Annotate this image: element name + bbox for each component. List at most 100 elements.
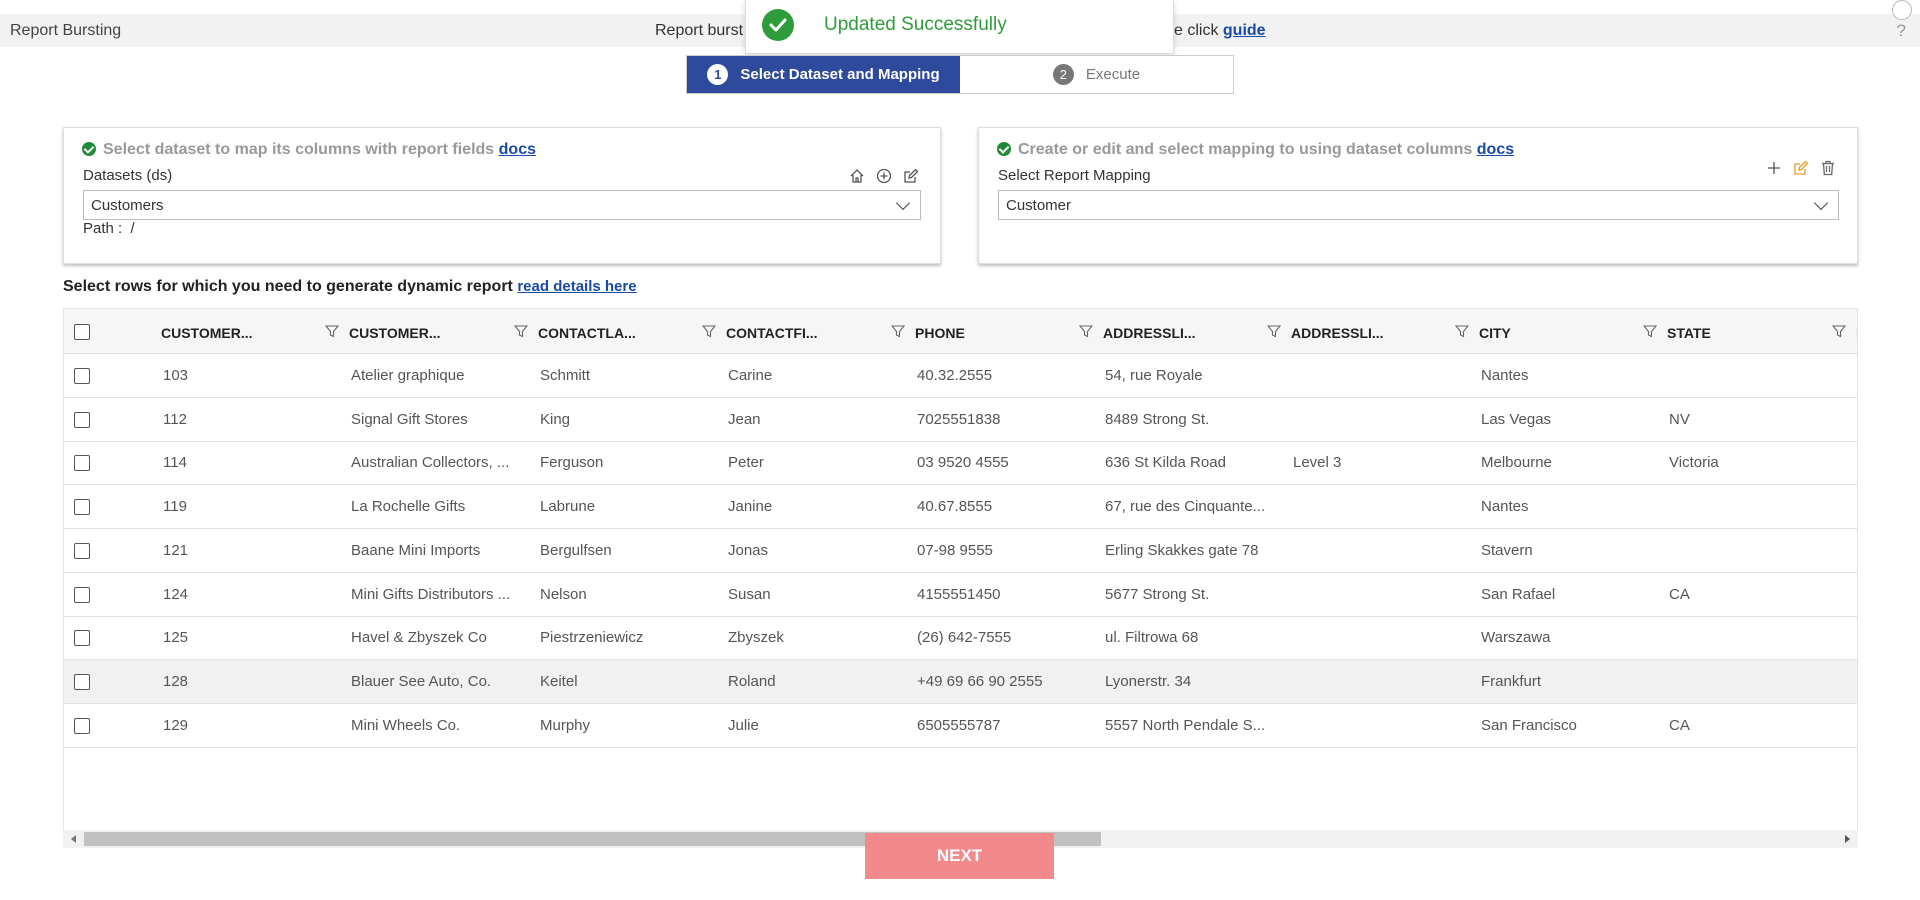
cell-col-contact-last: Bergulfsen bbox=[540, 541, 612, 559]
row-checkbox[interactable] bbox=[74, 455, 90, 472]
plus-icon[interactable] bbox=[1765, 159, 1783, 177]
cell-col-address-1: Erling Skakkes gate 78 bbox=[1105, 541, 1259, 559]
cell-col-phone: (26) 642-7555 bbox=[917, 629, 1012, 647]
row-checkbox[interactable] bbox=[74, 411, 90, 428]
check-icon bbox=[82, 142, 96, 156]
header-hint-prefix: Report burst bbox=[655, 22, 744, 39]
filter-icon[interactable] bbox=[1454, 324, 1470, 338]
filter-icon[interactable] bbox=[324, 324, 340, 338]
header-col-customer-number[interactable]: CUSTOMER... bbox=[161, 309, 340, 354]
header-label: CITY bbox=[1479, 325, 1511, 341]
header-col-city[interactable]: CITY bbox=[1479, 309, 1658, 354]
grid-header: CUSTOMER... CUSTOMER... CONTACTLA... CONTAC… bbox=[64, 309, 1857, 354]
table-row[interactable]: 121 Baane Mini Imports Bergulfsen Jonas 07-9… bbox=[64, 529, 1857, 573]
header-col-postal[interactable]: P bbox=[1856, 309, 1857, 354]
table-row[interactable]: 124 Mini Gifts Distributors ... Nelson Susa… bbox=[64, 573, 1857, 617]
step-execute[interactable]: 2 Execute bbox=[960, 56, 1233, 93]
dataset-panel: Select dataset to map its columns with r… bbox=[63, 127, 941, 264]
cell-col-contact-first: Peter bbox=[728, 454, 764, 472]
chevron-down-icon bbox=[895, 195, 911, 211]
cell-col-customer-name: Australian Collectors, ... bbox=[351, 454, 510, 472]
filter-icon[interactable] bbox=[890, 324, 906, 338]
header-col-address-1[interactable]: ADDRESSLI... bbox=[1103, 309, 1282, 354]
mapping-select-value: Customer bbox=[1006, 197, 1072, 214]
row-checkbox[interactable] bbox=[74, 630, 90, 647]
header-label: CUSTOMER... bbox=[161, 325, 253, 341]
row-checkbox[interactable] bbox=[74, 673, 90, 690]
row-checkbox[interactable] bbox=[74, 542, 90, 559]
check-circle-icon bbox=[762, 9, 794, 41]
page-title: Report Bursting bbox=[10, 22, 122, 39]
cell-col-customer-number: 119 bbox=[163, 498, 187, 516]
scroll-right-icon[interactable] bbox=[1845, 835, 1850, 843]
filter-icon[interactable] bbox=[513, 324, 529, 338]
cell-col-contact-first: Susan bbox=[728, 585, 771, 603]
step-select-dataset[interactable]: 1 Select Dataset and Mapping bbox=[687, 56, 960, 93]
data-grid: CUSTOMER... CUSTOMER... CONTACTLA... CONTAC… bbox=[63, 308, 1858, 848]
cell-col-phone: 40.67.8555 bbox=[917, 498, 993, 516]
scroll-left-icon[interactable] bbox=[71, 835, 76, 843]
success-toast: Updated Successfully bbox=[745, 0, 1174, 54]
table-row[interactable]: 114 Australian Collectors, ... Ferguson Pet… bbox=[64, 441, 1857, 486]
table-row[interactable]: 112 Signal Gift Stores King Jean 7025551838 8… bbox=[64, 398, 1857, 442]
circle-icon[interactable] bbox=[1892, 0, 1912, 20]
edit-icon[interactable] bbox=[1792, 159, 1810, 177]
cell-col-contact-first: Julie bbox=[728, 716, 759, 734]
cell-col-customer-number: 129 bbox=[163, 716, 189, 734]
filter-icon[interactable] bbox=[1266, 324, 1282, 338]
row-checkbox[interactable] bbox=[74, 717, 90, 734]
header-label: STATE bbox=[1667, 325, 1711, 341]
guide-link[interactable]: guide bbox=[1223, 22, 1266, 39]
cell-col-city: San Rafael bbox=[1481, 585, 1556, 603]
cell-col-contact-last: Ferguson bbox=[540, 454, 604, 472]
dataset-select[interactable]: Customers bbox=[83, 190, 921, 220]
header-col-contact-last[interactable]: CONTACTLA... bbox=[538, 309, 717, 354]
table-row[interactable]: 125 Havel & Zbyszek Co Piestrzeniewicz Zbys… bbox=[64, 616, 1857, 661]
read-details-link[interactable]: read details here bbox=[517, 278, 636, 295]
header-col-customer-name[interactable]: CUSTOMER... bbox=[349, 309, 529, 354]
cell-col-address-1: 54, rue Royale bbox=[1105, 367, 1203, 384]
row-checkbox[interactable] bbox=[74, 368, 90, 384]
cell-col-customer-number: 124 bbox=[163, 585, 189, 603]
cell-col-address-1: 67, rue des Cinquante... bbox=[1105, 498, 1266, 516]
cell-col-phone: 4155551450 bbox=[917, 585, 1001, 603]
header-col-state[interactable]: STATE bbox=[1667, 309, 1847, 354]
filter-icon[interactable] bbox=[1831, 324, 1847, 338]
header-col-phone[interactable]: PHONE bbox=[915, 309, 1094, 354]
cell-col-city: Nantes bbox=[1481, 367, 1529, 384]
next-button[interactable]: NEXT bbox=[865, 833, 1054, 879]
add-circle-icon[interactable] bbox=[875, 167, 893, 185]
mapping-docs-link[interactable]: docs bbox=[1477, 141, 1514, 158]
filter-icon[interactable] bbox=[1078, 324, 1094, 338]
row-checkbox[interactable] bbox=[74, 499, 90, 516]
cell-col-phone: 7025551838 bbox=[917, 410, 1001, 428]
filter-icon[interactable] bbox=[701, 324, 717, 338]
dataset-panel-title: Select dataset to map its columns with r… bbox=[82, 141, 536, 159]
table-row[interactable]: 128 Blauer See Auto, Co. Keitel Roland +49 6… bbox=[64, 659, 1857, 704]
dataset-docs-link[interactable]: docs bbox=[499, 141, 536, 158]
cell-col-customer-name: Blauer See Auto, Co. bbox=[351, 672, 492, 690]
help-icon[interactable]: ? bbox=[1897, 21, 1906, 41]
trash-icon[interactable] bbox=[1819, 159, 1837, 177]
cell-col-customer-name: Mini Wheels Co. bbox=[351, 716, 461, 734]
edit-icon[interactable] bbox=[902, 167, 920, 185]
home-icon[interactable] bbox=[848, 167, 866, 185]
row-checkbox[interactable] bbox=[74, 586, 90, 603]
filter-icon[interactable] bbox=[1642, 324, 1658, 338]
select-all-checkbox[interactable] bbox=[74, 324, 90, 340]
rows-section-text: Select rows for which you need to genera… bbox=[63, 278, 513, 295]
header-col-contact-first[interactable]: CONTACTFI... bbox=[726, 309, 906, 354]
header-hint-suffix: e click bbox=[1174, 22, 1219, 39]
cell-col-contact-first: Jean bbox=[728, 410, 761, 428]
cell-col-contact-last: Piestrzeniewicz bbox=[540, 629, 644, 647]
table-row[interactable]: 119 La Rochelle Gifts Labrune Janine 40.67.8… bbox=[64, 485, 1857, 530]
cell-col-city: Warszawa bbox=[1481, 629, 1551, 647]
header-col-address-2[interactable]: ADDRESSLI... bbox=[1291, 309, 1470, 354]
path-value: / bbox=[130, 220, 135, 237]
mapping-select[interactable]: Customer bbox=[998, 190, 1839, 220]
header-hint: e click guide bbox=[1174, 22, 1266, 40]
table-row[interactable]: 129 Mini Wheels Co. Murphy Julie 6505555787 5… bbox=[64, 704, 1857, 748]
table-row[interactable]: 103 Atelier graphique Schmitt Carine 40.32.2… bbox=[64, 354, 1857, 398]
header-label: ADDRESSLI... bbox=[1103, 325, 1196, 341]
step-label: Select Dataset and Mapping bbox=[740, 66, 940, 83]
